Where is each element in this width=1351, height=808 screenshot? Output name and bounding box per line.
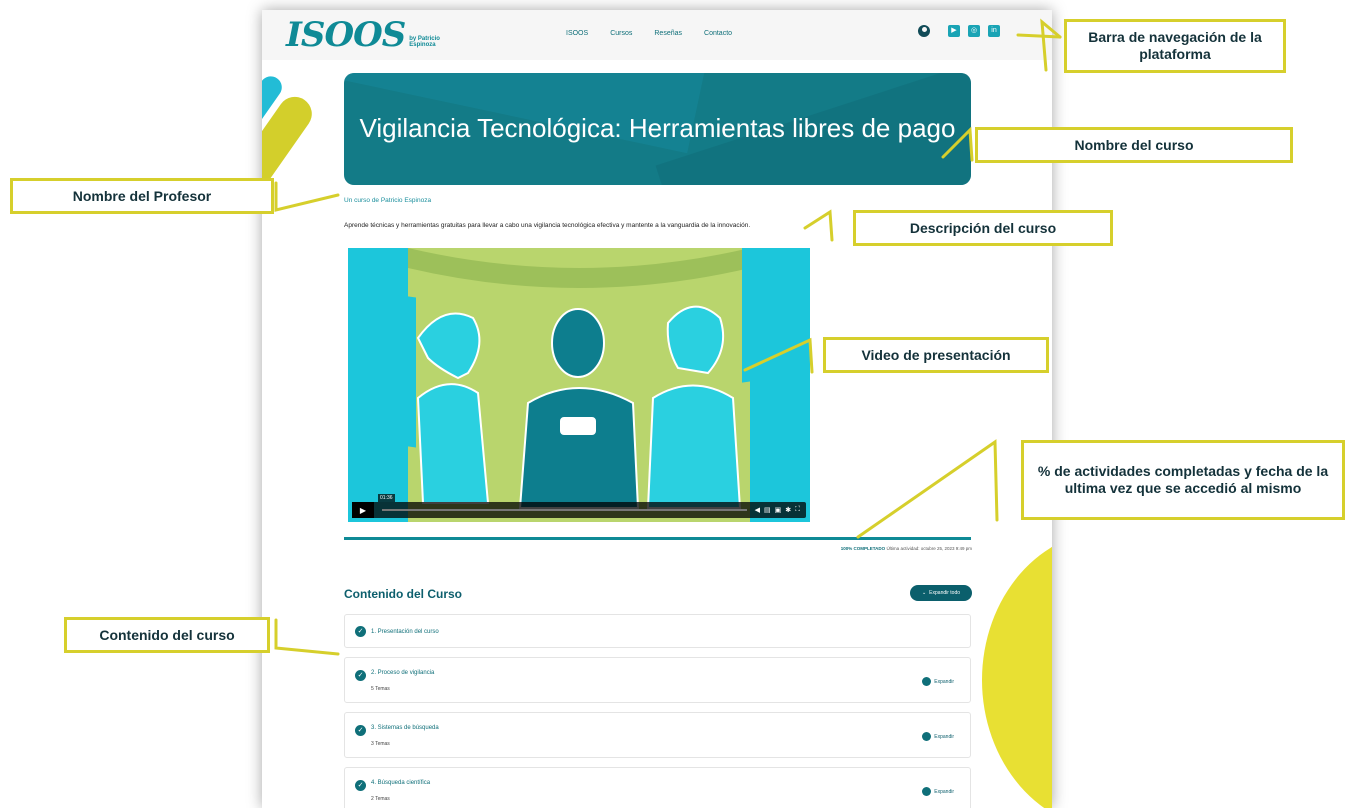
teacher-line[interactable]: Un curso de Patricio Espinoza [344, 197, 431, 204]
captions-icon[interactable]: ▤ [764, 506, 771, 514]
nav-link-resenas[interactable]: Reseñas [654, 30, 682, 37]
video-scrubber[interactable] [382, 509, 747, 511]
lesson-title: 3. Sistemas de búsqueda [371, 725, 439, 731]
annotation-teacher-name: Nombre del Profesor [10, 178, 274, 214]
nav-link-cursos[interactable]: Cursos [610, 30, 632, 37]
linkedin-icon[interactable]: in [988, 25, 1000, 37]
navbar: ISOOS by Patricio Espinoza ISOOS Cursos … [262, 10, 1052, 60]
isoos-logo[interactable]: ISOOS by Patricio Espinoza [286, 18, 440, 52]
last-activity: Última actividad: octubre 25, 2023 9:49 … [886, 546, 972, 551]
check-circle-icon: ✓ [355, 725, 366, 736]
nav-icons: ▶ ◎ in [918, 25, 1000, 37]
course-banner: Vigilancia Tecnológica: Herramientas lib… [344, 73, 971, 185]
lesson-item[interactable]: ✓ 1. Presentación del curso [344, 614, 971, 648]
course-description: Aprende técnicas y herramientas gratuita… [344, 222, 751, 229]
play-icon[interactable]: ▶ [352, 502, 374, 518]
user-icon[interactable] [918, 25, 930, 37]
lesson-topic-count: 3 Temas [371, 741, 390, 747]
annotation-progress: % de actividades completadas y fecha de … [1021, 440, 1345, 520]
nav-links: ISOOS Cursos Reseñas Contacto [566, 30, 732, 37]
chevron-down-icon [922, 787, 932, 796]
chevron-down-icon [922, 677, 932, 686]
lesson-item[interactable]: ✓ 2. Proceso de vigilancia 5 Temas Expan… [344, 657, 971, 703]
lesson-title: 2. Proceso de vigilancia [371, 670, 435, 676]
lesson-item[interactable]: ✓ 3. Sistemas de búsqueda 3 Temas Expand… [344, 712, 971, 758]
expand-all-label: Expandir todo [929, 590, 961, 596]
youtube-icon[interactable]: ▶ [948, 25, 960, 37]
check-circle-icon: ✓ [355, 626, 366, 637]
expand-all-button[interactable]: ⌄ Expandir todo [910, 585, 972, 601]
lesson-topic-count: 5 Temas [371, 686, 390, 692]
content-section-title: Contenido del Curso [344, 587, 462, 601]
check-circle-icon: ✓ [355, 670, 366, 681]
expand-button[interactable]: Expandir [922, 677, 954, 686]
annotation-course-content: Contenido del curso [64, 617, 270, 653]
annotation-navbar: Barra de navegación de la plataforma [1064, 19, 1286, 73]
lesson-title: 4. Búsqueda científica [371, 780, 431, 786]
chevron-down-icon: ⌄ [921, 590, 927, 596]
fullscreen-icon[interactable]: ⛶ [795, 506, 800, 514]
annotation-video: Video de presentación [823, 337, 1049, 373]
volume-icon[interactable]: ◀ [755, 506, 760, 514]
lesson-title: 1. Presentación del curso [371, 629, 439, 635]
check-circle-icon: ✓ [355, 780, 366, 791]
instagram-icon[interactable]: ◎ [968, 25, 980, 37]
video-controls: ▶ ◀ ▤ ▣ ✱ ⛶ [352, 502, 806, 518]
course-title: Vigilancia Tecnológica: Herramientas lib… [359, 113, 956, 143]
logo-text: ISOOS [286, 15, 406, 55]
nav-link-contacto[interactable]: Contacto [704, 30, 732, 37]
progress-status: 100% COMPLETADO Última actividad: octubr… [841, 546, 972, 551]
pip-icon[interactable]: ▣ [775, 506, 782, 514]
video-time: 01:36 [378, 494, 395, 502]
expand-button[interactable]: Expandir [922, 732, 954, 741]
annotation-course-name: Nombre del curso [975, 127, 1293, 163]
course-page: ISOOS by Patricio Espinoza ISOOS Cursos … [262, 10, 1052, 808]
annotation-description: Descripción del curso [853, 210, 1113, 246]
nav-link-isoos[interactable]: ISOOS [566, 30, 588, 37]
lesson-topic-count: 2 Temas [371, 796, 390, 802]
expand-label: Expandir [934, 733, 954, 740]
decor-circle [982, 530, 1052, 808]
progress-label: 100% COMPLETADO [840, 546, 886, 551]
chevron-down-icon [922, 732, 932, 741]
lesson-item[interactable]: ✓ 4. Búsqueda científica 2 Temas Expandi… [344, 767, 971, 808]
expand-label: Expandir [934, 788, 954, 795]
expand-button[interactable]: Expandir [922, 787, 954, 796]
expand-label: Expandir [934, 678, 954, 685]
progress-bar [344, 537, 971, 540]
video-frame-illustration [348, 248, 810, 522]
logo-byline-2: Espinoza [409, 42, 436, 48]
settings-icon[interactable]: ✱ [785, 506, 791, 514]
intro-video[interactable]: 01:36 ▶ ◀ ▤ ▣ ✱ ⛶ [348, 248, 810, 522]
